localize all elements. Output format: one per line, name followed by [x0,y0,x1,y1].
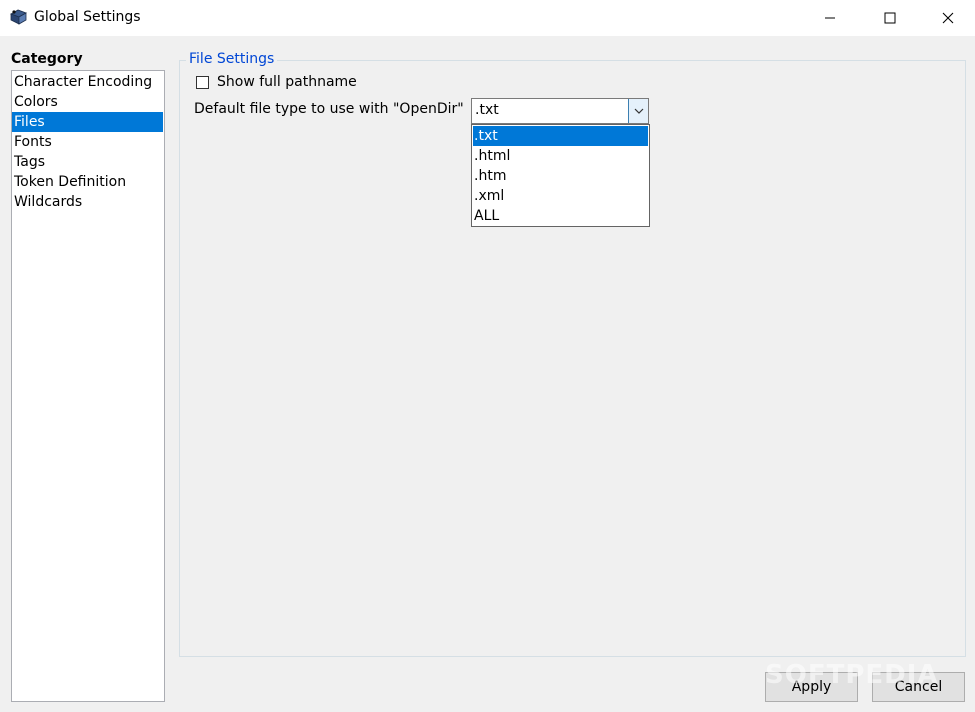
file-type-option-xml[interactable]: .xml [473,186,648,206]
default-file-type-value: .txt [475,102,499,118]
global-settings-window: Global Settings Category Character Encod… [0,0,975,712]
category-item-token-definition[interactable]: Token Definition [12,172,163,192]
cancel-button[interactable]: Cancel [872,672,965,702]
show-full-pathname-label: Show full pathname [217,74,357,90]
maximize-button[interactable] [861,0,919,36]
minimize-button[interactable] [801,0,859,36]
file-type-option-htm[interactable]: .htm [473,166,648,186]
file-type-option-txt[interactable]: .txt [473,126,648,146]
title-bar[interactable]: Global Settings [0,0,975,36]
category-item-fonts[interactable]: Fonts [12,132,163,152]
show-full-pathname-option[interactable]: Show full pathname [196,74,357,90]
apply-button[interactable]: Apply [765,672,858,702]
maximize-icon [884,12,896,24]
close-icon [942,12,954,24]
category-heading: Category [11,51,83,67]
file-type-dropdown-list[interactable]: .txt .html .htm .xml ALL [471,124,650,227]
file-type-option-all[interactable]: ALL [473,206,648,226]
category-item-tags[interactable]: Tags [12,152,163,172]
window-title: Global Settings [34,9,141,25]
default-file-type-label: Default file type to use with "OpenDir" [194,101,464,117]
default-file-type-combobox[interactable]: .txt [471,98,649,124]
category-item-wildcards[interactable]: Wildcards [12,192,163,212]
close-button[interactable] [919,0,975,36]
notebook-app-icon [10,9,27,25]
category-list[interactable]: Character Encoding Colors Files Fonts Ta… [11,70,165,702]
dropdown-toggle-button[interactable] [628,99,648,123]
file-type-option-html[interactable]: .html [473,146,648,166]
minimize-icon [825,17,835,19]
category-item-colors[interactable]: Colors [12,92,163,112]
show-full-pathname-checkbox[interactable] [196,75,209,89]
category-item-character-encoding[interactable]: Character Encoding [12,72,163,92]
category-item-files[interactable]: Files [12,112,163,132]
chevron-down-icon [634,108,643,114]
file-settings-title: File Settings [186,51,278,67]
